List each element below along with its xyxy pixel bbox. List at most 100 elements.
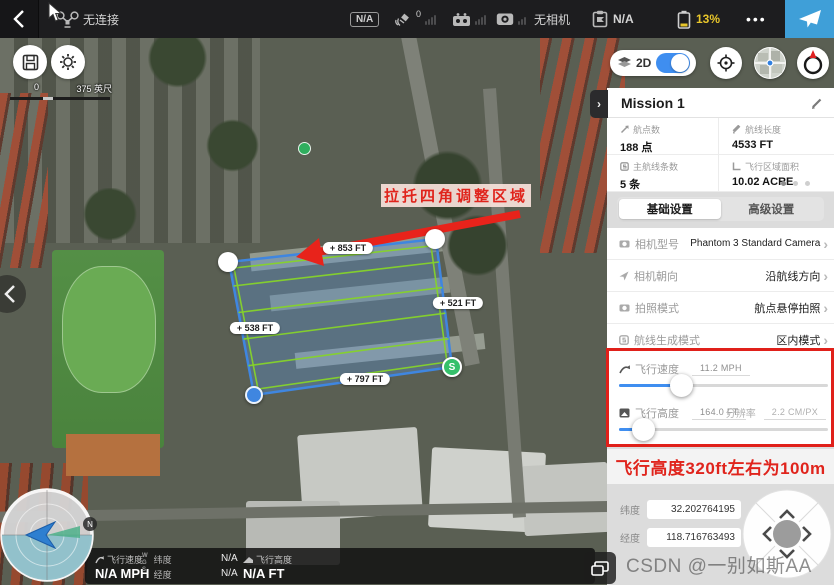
telemetry-speed-label: 飞行速度 [107,553,143,566]
save-mission-button[interactable] [13,45,47,79]
route-start-marker[interactable]: S [442,357,462,377]
terrain-patch [75,188,145,240]
edge-length-label: + 853 FT [323,242,373,254]
stat-mainline-count: 主航线条数 5 条 [607,155,719,192]
latitude-label: 纬度 [620,502,640,517]
stats-pagination-dots[interactable] [781,181,810,186]
setting-photo-mode[interactable]: 拍照模式 航点悬停拍照 › [607,291,834,323]
chevron-right-icon: › [597,97,601,111]
setting-value: Phantom 3 Standard Camera [690,238,820,249]
speed-value: 11.2 MPH [692,362,750,376]
minimap-icon [754,47,786,79]
telemetry-lat-label: 纬度 [154,553,172,566]
stat-label: 主航线条数 [633,160,678,173]
polygon-corner-handle[interactable] [218,252,238,272]
altitude-icon [243,555,253,564]
latitude-input[interactable] [647,500,741,519]
more-menu-button[interactable]: ••• [746,0,767,38]
telemetry-position: W G S 纬度 N/A 经度 N/A [142,553,238,581]
camera-signal-bars-icon [518,13,526,25]
camera-model-icon [619,239,630,248]
route-length-icon [732,125,741,134]
map-mode-toggle[interactable]: 2D [610,50,696,76]
setting-label: 拍照模式 [635,300,679,316]
speed-slider[interactable] [619,384,828,387]
setting-value: 航点悬停拍照 [754,300,820,316]
settings-tabs: 基础设置 高级设置 [617,197,824,221]
camera-icon [496,12,514,26]
airplane-icon [798,8,822,30]
toggle-knob [671,54,689,72]
minimap-button[interactable] [754,47,786,79]
takeoff-button[interactable] [785,0,834,38]
speed-slider-knob[interactable] [670,374,693,397]
setting-label: 相机型号 [635,236,679,252]
checklist-status: N/A [592,0,634,38]
flight-mode-badge: N/A [350,0,379,38]
save-icon [22,54,39,71]
2d-toggle-switch[interactable] [656,53,690,73]
terrain-patch [140,38,215,88]
collapse-left-button[interactable] [0,275,26,313]
terrain-patch [521,462,611,536]
polygon-corner-handle[interactable] [245,386,263,404]
tab-label: 高级设置 [748,201,794,217]
setting-camera-model[interactable]: 相机型号 Phantom 3 Standard Camera › [607,228,834,259]
wgs-letter: W [142,553,148,560]
photo-mode-icon [619,303,630,312]
gps-signal-bars-icon [425,13,436,25]
scale-start-label: 0 [34,82,39,95]
altitude-slider[interactable] [619,428,828,431]
compass-button[interactable] [797,47,829,79]
stat-label: 航线长度 [745,123,781,136]
screenshot-camera-button[interactable] [584,552,616,584]
watermark-text: CSDN @一别如斯AA [626,551,831,578]
panel-collapse-button[interactable]: › [590,90,608,118]
waypoint-icon [620,125,629,134]
start-marker-label: S [449,362,456,373]
tab-advanced-settings[interactable]: 高级设置 [721,199,823,219]
setting-value: 区内模式 [776,332,820,348]
settings-list: 相机型号 Phantom 3 Standard Camera › 相机朝向 沿航… [607,228,834,355]
edge-length-label: + 797 FT [340,373,390,385]
flight-altitude-icon [619,408,630,418]
drone-icon [56,11,79,28]
altitude-slider-knob[interactable] [632,418,655,441]
edit-pencil-icon[interactable] [810,96,824,110]
status-bar: 无连接 N/A 0 [0,0,834,38]
setting-value: 沿航线方向 [765,268,820,284]
tab-basic-settings[interactable]: 基础设置 [619,199,721,219]
setting-label: 相机朝向 [634,268,678,284]
edge-length-label: + 538 FT [230,322,280,334]
mission-settings-button[interactable] [51,45,85,79]
flight-speed-icon [619,364,630,374]
telemetry-lat-value: N/A [221,553,238,566]
stat-route-length: 航线长度 4533 FT [719,118,834,155]
annotation-label: 拉托四角调整区域 [381,184,531,207]
resolution-label: 分辨率 [726,405,756,420]
rc-status [452,0,486,38]
longitude-input[interactable] [647,528,741,547]
mission-title: Mission 1 [621,95,810,111]
locate-button[interactable] [710,47,742,79]
frames-icon [591,561,609,576]
dpad-center-button[interactable] [773,520,801,548]
layers-icon [618,57,631,69]
map-scale: 0 375 英尺 [10,82,112,100]
attitude-compass-instrument: N [0,487,102,585]
telemetry-altitude-value: N/A FT [243,566,292,581]
battery-status: 13% [676,0,720,38]
north-label: N [87,520,93,529]
terrain-patch [270,277,451,312]
polygon-corner-handle[interactable] [425,229,445,249]
gear-icon [59,53,77,71]
gps-status: 0 [394,0,436,38]
mainlines-icon [620,162,629,171]
heading-icon [619,271,629,281]
scale-distance-label: 375 英尺 [76,82,112,95]
stat-value: 4533 FT [732,139,830,151]
chevron-left-icon [0,275,26,313]
back-button[interactable] [0,0,39,38]
setting-route-mode[interactable]: 航线生成模式 区内模式 › [607,323,834,355]
setting-camera-heading[interactable]: 相机朝向 沿航线方向 › [607,259,834,291]
